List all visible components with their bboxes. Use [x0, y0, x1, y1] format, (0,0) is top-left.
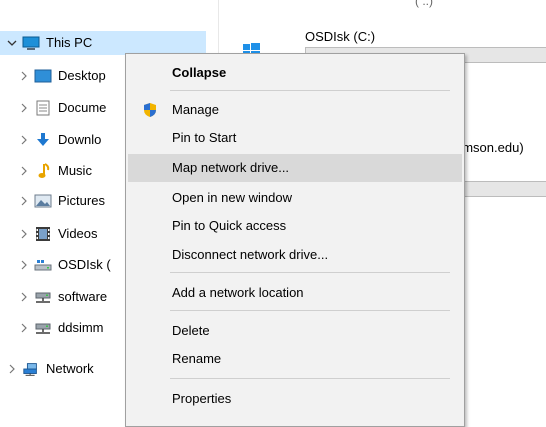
- chevron-right-icon[interactable]: [18, 196, 30, 206]
- local-drive-icon: [34, 257, 52, 273]
- menu-item-pin-to-quick-access[interactable]: Pin to Quick access: [128, 212, 462, 240]
- menu-label-map-network-drive: Map network drive...: [172, 160, 290, 175]
- chevron-right-icon[interactable]: [18, 166, 30, 176]
- menu-separator: [170, 378, 450, 379]
- drive-label[interactable]: OSDIsk (C:): [305, 29, 375, 44]
- menu-label-pin-to-start: Pin to Start: [172, 130, 237, 145]
- chevron-right-icon[interactable]: [18, 103, 30, 113]
- nav-label-network: Network: [46, 361, 94, 376]
- documents-icon: [34, 100, 52, 116]
- menu-separator: [170, 310, 450, 311]
- nav-label-videos: Videos: [58, 226, 98, 241]
- menu-label-delete: Delete: [172, 323, 210, 338]
- uac-shield-icon: [142, 102, 158, 118]
- chevron-right-icon[interactable]: [18, 229, 30, 239]
- download-arrow-icon: [34, 132, 52, 148]
- desktop-icon: [34, 68, 52, 84]
- nav-label-this-pc: This PC: [46, 35, 93, 50]
- menu-item-rename[interactable]: Rename: [128, 345, 462, 373]
- menu-label-add-network-location: Add a network location: [172, 285, 304, 300]
- network-icon: [22, 361, 40, 377]
- menu-item-pin-to-start[interactable]: Pin to Start: [128, 124, 462, 152]
- menu-separator: [170, 90, 450, 91]
- menu-item-properties[interactable]: Properties: [128, 385, 462, 413]
- menu-label-disconnect-network-drive: Disconnect network drive...: [172, 247, 329, 262]
- menu-label-properties: Properties: [172, 391, 232, 406]
- chevron-right-icon[interactable]: [18, 292, 30, 302]
- menu-item-collapse[interactable]: Collapse: [128, 59, 462, 87]
- menu-item-delete[interactable]: Delete: [128, 317, 462, 345]
- chevron-right-icon[interactable]: [18, 71, 30, 81]
- menu-label-open-in-new-window: Open in new window: [172, 190, 292, 205]
- network-drive-icon: [34, 320, 52, 336]
- menu-label-collapse: Collapse: [172, 65, 227, 80]
- nav-label-software: software: [58, 289, 108, 304]
- menu-item-open-in-new-window[interactable]: Open in new window: [128, 184, 462, 212]
- nav-label-documents: Docume: [58, 100, 107, 115]
- nav-label-desktop: Desktop: [58, 68, 106, 83]
- menu-label-manage: Manage: [172, 102, 219, 117]
- music-note-icon: [34, 163, 52, 179]
- menu-item-manage[interactable]: Manage: [128, 96, 462, 124]
- network-location-text[interactable]: emson.edu): [455, 140, 524, 155]
- menu-separator: [170, 272, 450, 273]
- menu-label-rename: Rename: [172, 351, 222, 366]
- nav-label-osdisk: OSDIsk (: [58, 257, 111, 272]
- chevron-down-icon[interactable]: [6, 38, 18, 48]
- computer-icon: [22, 35, 40, 51]
- menu-item-map-network-drive[interactable]: Map network drive...: [128, 154, 462, 182]
- chevron-right-icon[interactable]: [18, 135, 30, 145]
- nav-item-this-pc[interactable]: This PC: [0, 31, 206, 55]
- nav-label-music: Music: [58, 163, 92, 178]
- nav-label-downloads: Downlo: [58, 132, 102, 147]
- videos-icon: [34, 226, 52, 242]
- menu-item-add-network-location[interactable]: Add a network location: [128, 279, 462, 307]
- menu-label-pin-to-quick-access: Pin to Quick access: [172, 218, 287, 233]
- chevron-right-icon[interactable]: [6, 364, 18, 374]
- chevron-right-icon[interactable]: [18, 260, 30, 270]
- network-drive-icon: [34, 289, 52, 305]
- top-text-fragment: ( ..): [415, 0, 433, 8]
- nav-label-ddsimm: ddsimm: [58, 320, 104, 335]
- nav-label-pictures: Pictures: [58, 193, 105, 208]
- pictures-icon: [34, 193, 52, 209]
- menu-item-disconnect-network-drive[interactable]: Disconnect network drive...: [128, 241, 462, 269]
- chevron-right-icon[interactable]: [18, 323, 30, 333]
- context-menu: Collapse Manage Pin to Start Map network…: [125, 53, 465, 427]
